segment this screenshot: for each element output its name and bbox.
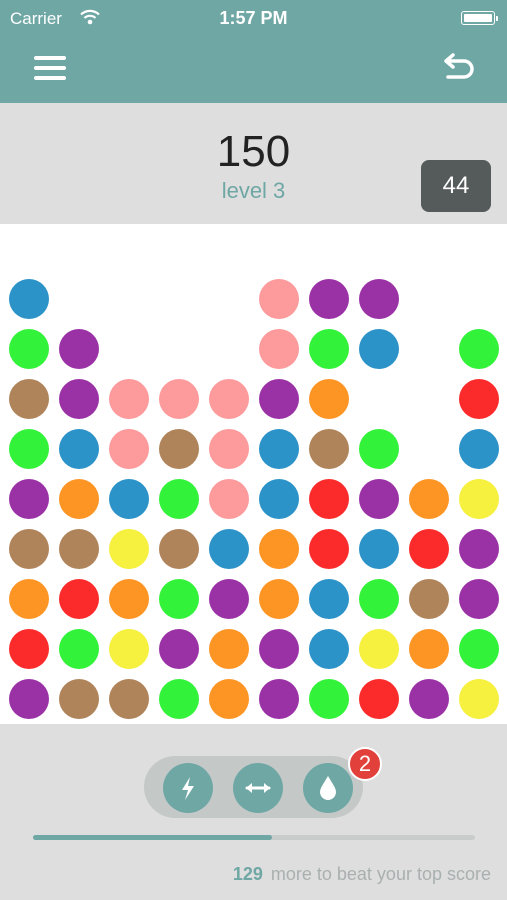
board-dot[interactable] [259, 629, 299, 669]
board-dot[interactable] [9, 329, 49, 369]
board-dot[interactable] [59, 629, 99, 669]
board-dot[interactable] [109, 679, 149, 719]
board-dot[interactable] [309, 679, 349, 719]
moves-remaining-badge: 44 [421, 160, 491, 212]
board-dot[interactable] [9, 479, 49, 519]
board-dot[interactable] [459, 629, 499, 669]
board-dot[interactable] [309, 279, 349, 319]
board-dot[interactable] [459, 329, 499, 369]
board-dot[interactable] [409, 479, 449, 519]
board-dot[interactable] [109, 529, 149, 569]
board-dot[interactable] [259, 379, 299, 419]
points-remaining: 129 [232, 864, 263, 884]
status-bar: Carrier 1:57 PM [0, 0, 507, 36]
board-dot[interactable] [59, 429, 99, 469]
score-progress-bar [33, 835, 475, 840]
board-dot[interactable] [9, 279, 49, 319]
expand-horizontal-icon[interactable] [233, 763, 283, 813]
board-dot[interactable] [409, 529, 449, 569]
undo-icon[interactable] [440, 53, 476, 85]
board-dot[interactable] [459, 679, 499, 719]
board-dot[interactable] [209, 679, 249, 719]
board-dot[interactable] [259, 529, 299, 569]
board-dot[interactable] [159, 579, 199, 619]
board-dot[interactable] [259, 279, 299, 319]
board-dot[interactable] [259, 329, 299, 369]
powerup-count-badge: 2 [348, 747, 382, 781]
board-dot[interactable] [209, 429, 249, 469]
board-dot[interactable] [259, 579, 299, 619]
board-dot[interactable] [259, 679, 299, 719]
board-dot[interactable] [359, 679, 399, 719]
board-dot[interactable] [459, 479, 499, 519]
board-dot[interactable] [359, 479, 399, 519]
board-dot[interactable] [9, 429, 49, 469]
board-dot[interactable] [359, 279, 399, 319]
board-dot[interactable] [459, 529, 499, 569]
board-dot[interactable] [109, 479, 149, 519]
powerup-tray [144, 756, 363, 818]
board-dot[interactable] [309, 379, 349, 419]
board-dot[interactable] [309, 579, 349, 619]
board-dot[interactable] [59, 329, 99, 369]
board-dot[interactable] [59, 479, 99, 519]
board-dot[interactable] [309, 529, 349, 569]
battery-icon [461, 11, 498, 25]
bottom-panel: 2 129 more to beat your top score [0, 724, 507, 900]
board-dot[interactable] [309, 629, 349, 669]
board-dot[interactable] [209, 379, 249, 419]
board-dot[interactable] [409, 579, 449, 619]
board-dot[interactable] [159, 679, 199, 719]
board-dot[interactable] [459, 579, 499, 619]
hamburger-menu-icon[interactable] [34, 55, 68, 83]
score-bar: 150 level 3 44 [0, 103, 507, 224]
lightning-icon[interactable] [163, 763, 213, 813]
board-dot[interactable] [259, 429, 299, 469]
clock-time: 1:57 PM [219, 8, 288, 28]
board-dot[interactable] [359, 329, 399, 369]
board-dot[interactable] [59, 529, 99, 569]
board-dot[interactable] [9, 379, 49, 419]
score-progress-fill [33, 835, 272, 840]
board-dot[interactable] [409, 679, 449, 719]
board-dot[interactable] [59, 679, 99, 719]
drop-icon[interactable] [303, 763, 353, 813]
board-dot[interactable] [59, 379, 99, 419]
board-dot[interactable] [109, 579, 149, 619]
board-dot[interactable] [109, 629, 149, 669]
board-dot[interactable] [209, 579, 249, 619]
board-dot[interactable] [9, 629, 49, 669]
board-dot[interactable] [9, 529, 49, 569]
board-dot[interactable] [309, 329, 349, 369]
beat-score-message: 129 more to beat your top score [233, 864, 491, 885]
board-dot[interactable] [159, 529, 199, 569]
board-dot[interactable] [109, 379, 149, 419]
board-dot[interactable] [9, 579, 49, 619]
board-dot[interactable] [159, 479, 199, 519]
board-dot[interactable] [359, 529, 399, 569]
board-dot[interactable] [209, 629, 249, 669]
board-dot[interactable] [309, 479, 349, 519]
board-dot[interactable] [409, 629, 449, 669]
beat-score-text: more to beat your top score [270, 864, 491, 884]
board-dot[interactable] [259, 479, 299, 519]
board-dot[interactable] [209, 479, 249, 519]
board-dot[interactable] [59, 579, 99, 619]
board-dot[interactable] [309, 429, 349, 469]
board-dot[interactable] [9, 679, 49, 719]
board-dot[interactable] [459, 379, 499, 419]
board-dot[interactable] [359, 429, 399, 469]
board-dot[interactable] [109, 429, 149, 469]
board-dot[interactable] [359, 579, 399, 619]
top-bar: Carrier 1:57 PM [0, 0, 507, 103]
board-dot[interactable] [159, 429, 199, 469]
board-dot[interactable] [359, 629, 399, 669]
board-dot[interactable] [159, 379, 199, 419]
board-dot[interactable] [159, 629, 199, 669]
board-dot[interactable] [459, 429, 499, 469]
game-board [0, 224, 507, 724]
board-dot[interactable] [209, 529, 249, 569]
